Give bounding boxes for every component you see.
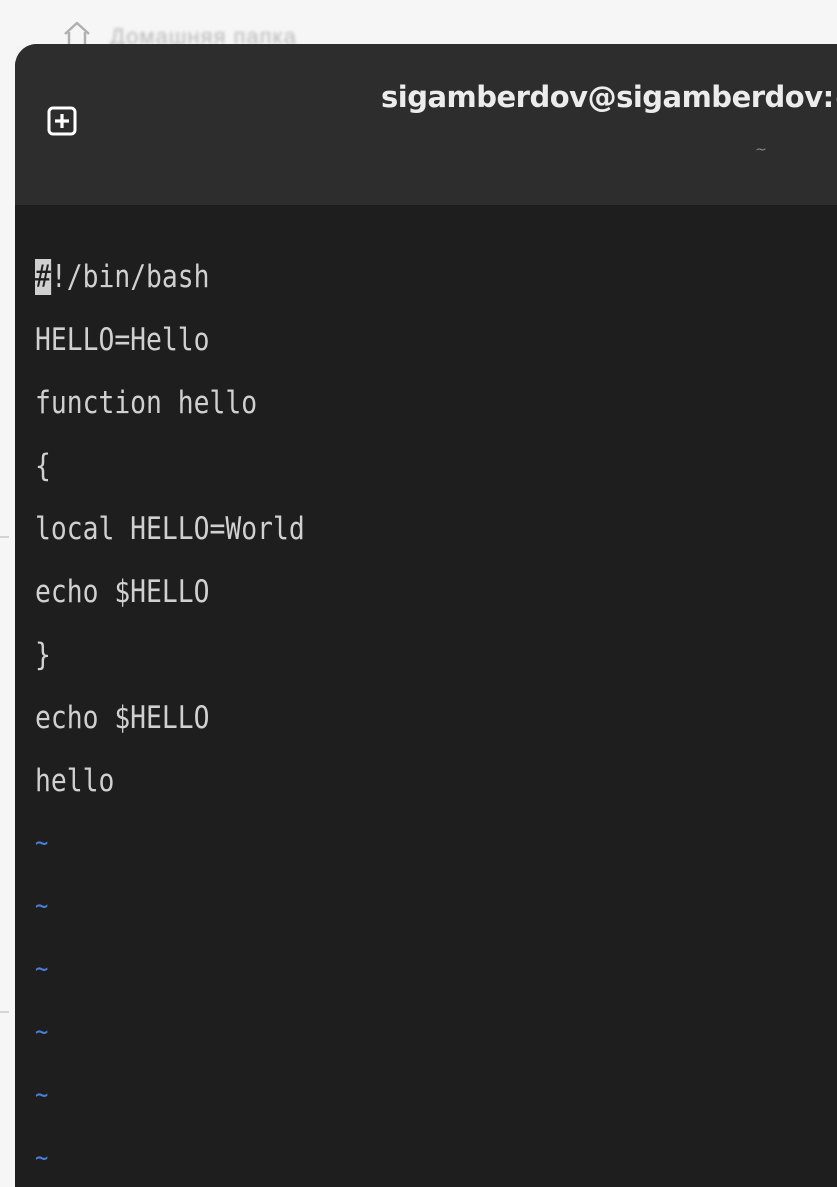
code-line: echo $HELLO [35, 700, 210, 736]
desktop: Домашняя папка sigamberdov@sigamberdov:~… [0, 0, 837, 1187]
code-line: } [35, 637, 51, 673]
code-line: local HELLO=World [35, 511, 305, 547]
terminal-window: sigamberdov@sigamberdov:~ — / ~ #!/bin/b… [15, 44, 837, 1187]
empty-line-marker: ~ [35, 891, 49, 921]
code-line: #!/bin/bash [35, 257, 210, 297]
code-line-text: !/bin/bash [50, 259, 210, 295]
empty-line-marker: ~ [35, 1017, 49, 1047]
empty-line-marker: ~ [35, 1080, 49, 1110]
window-subtitle: ~ [755, 142, 767, 158]
window-title: sigamberdov@sigamberdov:~ — / [381, 80, 837, 114]
code-line: echo $HELLO [35, 574, 210, 610]
text-cursor: # [35, 259, 51, 295]
window-left-edge [0, 46, 16, 1187]
edge-mark [0, 1011, 9, 1013]
edge-mark [0, 536, 9, 538]
code-line: HELLO=Hello [35, 322, 210, 358]
plus-square-icon [47, 106, 77, 136]
new-tab-button[interactable] [47, 106, 77, 136]
vim-editor[interactable]: #!/bin/bash HELLO=Hello function hello {… [15, 205, 837, 1187]
code-line: { [35, 448, 51, 484]
home-icon [64, 21, 90, 46]
code-line: hello [35, 763, 115, 799]
empty-line-marker: ~ [35, 1143, 49, 1173]
empty-line-marker: ~ [35, 954, 49, 984]
empty-line-marker: ~ [35, 828, 49, 858]
terminal-titlebar[interactable]: sigamberdov@sigamberdov:~ — / ~ [15, 44, 837, 205]
code-line: function hello [35, 385, 258, 421]
